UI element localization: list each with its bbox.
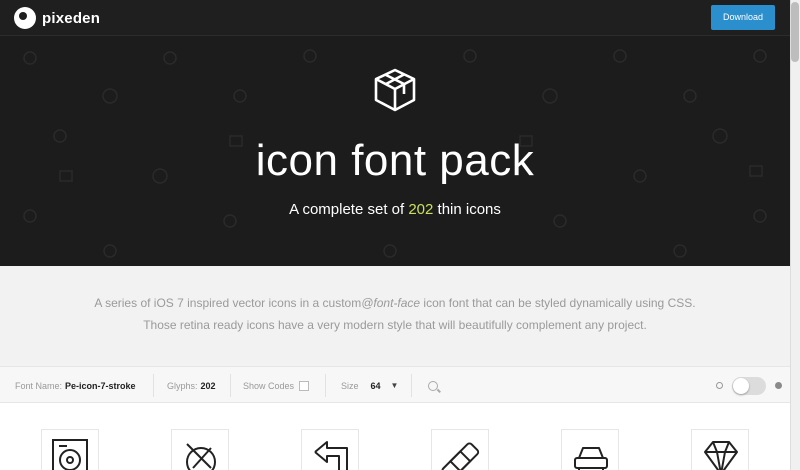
box-logo-icon [374, 68, 416, 112]
description-text: A series of iOS 7 inspired vector icons … [94, 296, 362, 310]
glyph-count-highlight: 202 [408, 201, 434, 218]
icon-tile-bandage[interactable] [431, 429, 489, 470]
glyphs-info: Glyphs: 202 [167, 367, 216, 404]
toolbar-divider [230, 374, 231, 397]
description-section: A series of iOS 7 inspired vector icons … [0, 266, 790, 366]
show-codes-label: Show Codes [243, 380, 295, 391]
back-arrow-icon [314, 441, 348, 470]
icon-tile-back-arrow[interactable] [301, 429, 359, 470]
car-icon [574, 447, 608, 470]
size-selector[interactable]: Size 64 ▼ [341, 367, 398, 404]
scrollbar-thumb[interactable] [791, 2, 799, 62]
toolbar-divider [153, 374, 154, 397]
description-text-end: icon font that can be styled dynamically… [420, 296, 696, 310]
font-name-value: Pe-icon-7-stroke [65, 380, 136, 391]
dark-theme-dot-icon[interactable] [775, 382, 782, 389]
page-scrollbar[interactable] [790, 0, 800, 470]
download-button[interactable]: Download [711, 5, 775, 30]
icon-tile-car[interactable] [561, 429, 619, 470]
show-codes-toggle[interactable]: Show Codes [243, 367, 310, 404]
icon-tile-diamond[interactable] [691, 429, 749, 470]
size-value[interactable]: 64 [371, 381, 381, 391]
brand-name: pixeden [42, 9, 101, 27]
pixeden-logo-icon [14, 7, 36, 29]
brand-logo[interactable]: pixeden [14, 7, 100, 29]
hero-title: icon font pack [255, 136, 535, 185]
font-name-info: Font Name: Pe-icon-7-stroke [15, 367, 136, 404]
icon-tile-disc[interactable] [41, 429, 99, 470]
font-name-label: Font Name: [15, 380, 63, 391]
light-theme-dot-icon[interactable] [716, 382, 723, 389]
glyphs-value: 202 [200, 380, 216, 391]
theme-toggle[interactable] [732, 376, 766, 395]
subtitle-text: A complete set of [289, 201, 409, 218]
disc-icon [52, 439, 88, 470]
compass-icon [186, 443, 216, 470]
toolbar-divider [325, 374, 326, 397]
hero-subtitle: A complete set of 202 thin icons [0, 201, 790, 218]
search-button[interactable] [428, 367, 438, 404]
top-nav: pixeden Download [0, 0, 800, 36]
show-codes-checkbox[interactable] [299, 380, 310, 391]
font-toolbar: Font Name: Pe-icon-7-stroke Glyphs: 202 … [0, 366, 790, 403]
size-label: Size [341, 380, 359, 391]
theme-switch[interactable] [716, 367, 782, 404]
glyphs-label: Glyphs: [167, 380, 198, 391]
subtitle-text-end: thin icons [433, 201, 501, 218]
caret-down-icon[interactable]: ▼ [391, 381, 399, 390]
description-line-2: Those retina ready icons have a very mod… [143, 318, 647, 332]
hero-banner: icon font pack A complete set of 202 thi… [0, 36, 790, 266]
description-line-1: A series of iOS 7 inspired vector icons … [0, 296, 790, 310]
search-icon[interactable] [428, 380, 438, 391]
font-face-term: @font-face [361, 296, 421, 310]
toolbar-divider [411, 374, 412, 397]
icon-grid [0, 403, 790, 470]
icon-tile-compass[interactable] [171, 429, 229, 470]
bandage-icon [441, 442, 480, 470]
diamond-icon [704, 441, 738, 470]
